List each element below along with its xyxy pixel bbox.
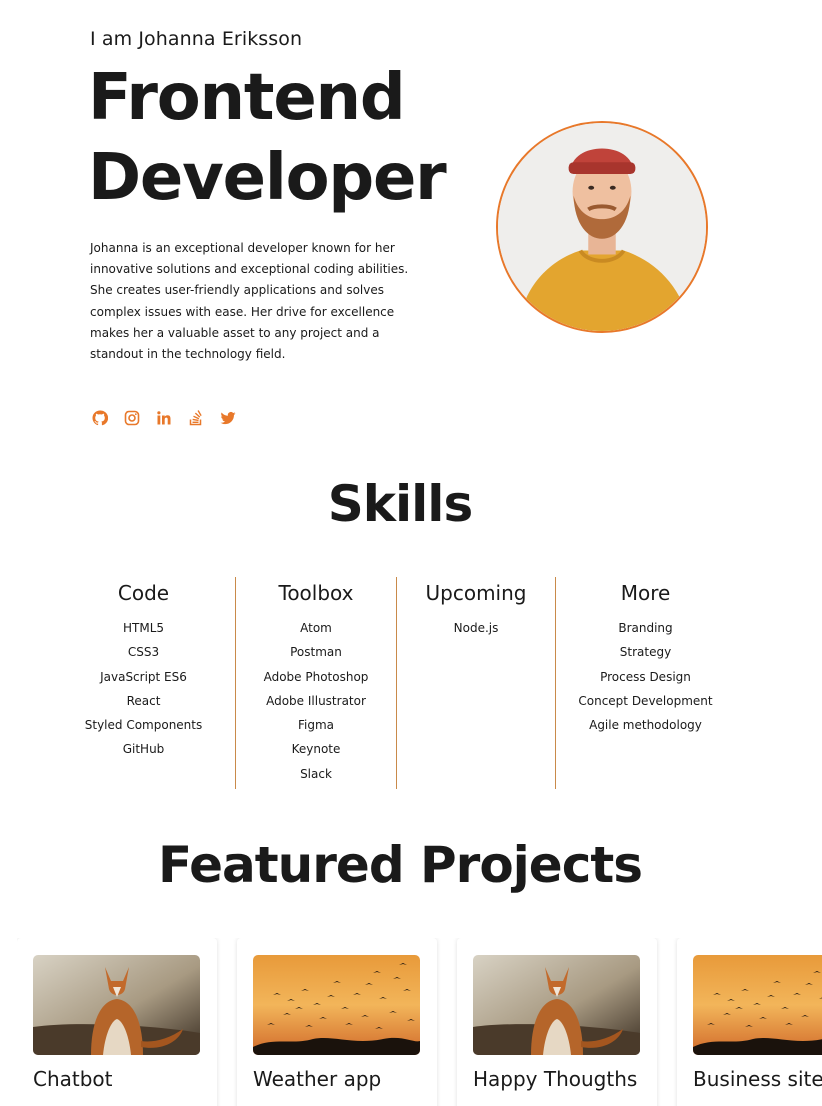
skill-column-more: More Branding Strategy Process Design Co… <box>556 577 735 789</box>
skill-item: JavaScript ES6 <box>100 669 187 684</box>
skill-item: Branding <box>618 621 673 635</box>
skill-item: Atom <box>300 621 332 635</box>
skill-item: Node.js <box>453 621 499 635</box>
skill-item: React <box>126 693 161 708</box>
hero-section: I am Johanna Eriksson Frontend Developer… <box>0 0 822 460</box>
birds-sunset-image <box>253 955 420 1055</box>
skill-column-heading: More <box>620 581 671 605</box>
skill-column-toolbox: Toolbox Atom Postman Adobe Photoshop Ado… <box>236 577 397 789</box>
project-card[interactable]: Happy Thougths <box>457 938 657 1106</box>
skill-column-heading: Toolbox <box>278 581 354 605</box>
title-line-2: Developer <box>88 141 447 215</box>
skill-column-code: Code HTML5 CSS3 JavaScript ES6 React Sty… <box>52 577 236 789</box>
skill-item: Keynote <box>291 742 341 757</box>
profile-photo-image <box>498 123 706 331</box>
skill-item: Styled Components <box>84 718 203 733</box>
skill-item: Concept Development <box>578 693 713 708</box>
skill-item: Postman <box>290 645 342 660</box>
project-title: Weather app <box>253 1067 382 1091</box>
skill-item: Figma <box>297 718 335 733</box>
title-line-1: Frontend <box>88 61 406 135</box>
skill-item: HTML5 <box>122 621 165 635</box>
skill-item: Adobe Photoshop <box>263 669 369 684</box>
project-card[interactable]: Chatbot <box>17 938 217 1106</box>
skill-item: Agile methodology <box>589 718 702 733</box>
project-title: Chatbot <box>33 1067 113 1091</box>
profile-photo <box>496 121 708 333</box>
instagram-icon[interactable] <box>124 409 140 427</box>
page-title: Frontend Developer <box>88 58 447 218</box>
github-icon[interactable] <box>92 409 108 427</box>
skills-section: Code HTML5 CSS3 JavaScript ES6 React Sty… <box>0 577 822 789</box>
skill-item: Strategy <box>619 645 672 660</box>
project-title: Happy Thougths <box>473 1067 638 1091</box>
skill-item: CSS3 <box>127 645 160 660</box>
linkedin-icon[interactable] <box>156 409 172 427</box>
twitter-icon[interactable] <box>220 409 236 427</box>
project-title: Business site <box>693 1067 822 1091</box>
skill-item: GitHub <box>122 742 165 757</box>
skill-item: Process Design <box>600 669 691 684</box>
projects-title: Featured Projects <box>157 836 643 894</box>
project-card[interactable]: Weather app <box>237 938 437 1106</box>
project-card[interactable]: Business site <box>677 938 822 1106</box>
projects-section: Chatbot Weather app Happy Thougths Busin… <box>17 938 822 1106</box>
skills-title: Skills <box>327 475 473 533</box>
skill-column-upcoming: Upcoming Node.js <box>397 577 556 789</box>
fox-image <box>33 955 200 1055</box>
birds-sunset-image <box>693 955 822 1055</box>
social-links <box>92 409 236 427</box>
skill-item: Adobe Illustrator <box>266 693 366 708</box>
stackoverflow-icon[interactable] <box>188 409 204 427</box>
skill-column-heading: Code <box>117 581 170 605</box>
bio-paragraph: Johanna is an exceptional developer know… <box>90 241 409 362</box>
skill-column-heading: Upcoming <box>425 581 527 605</box>
skill-item: Slack <box>300 766 332 781</box>
fox-image <box>473 955 640 1055</box>
intro-text: I am Johanna Eriksson <box>90 28 303 50</box>
